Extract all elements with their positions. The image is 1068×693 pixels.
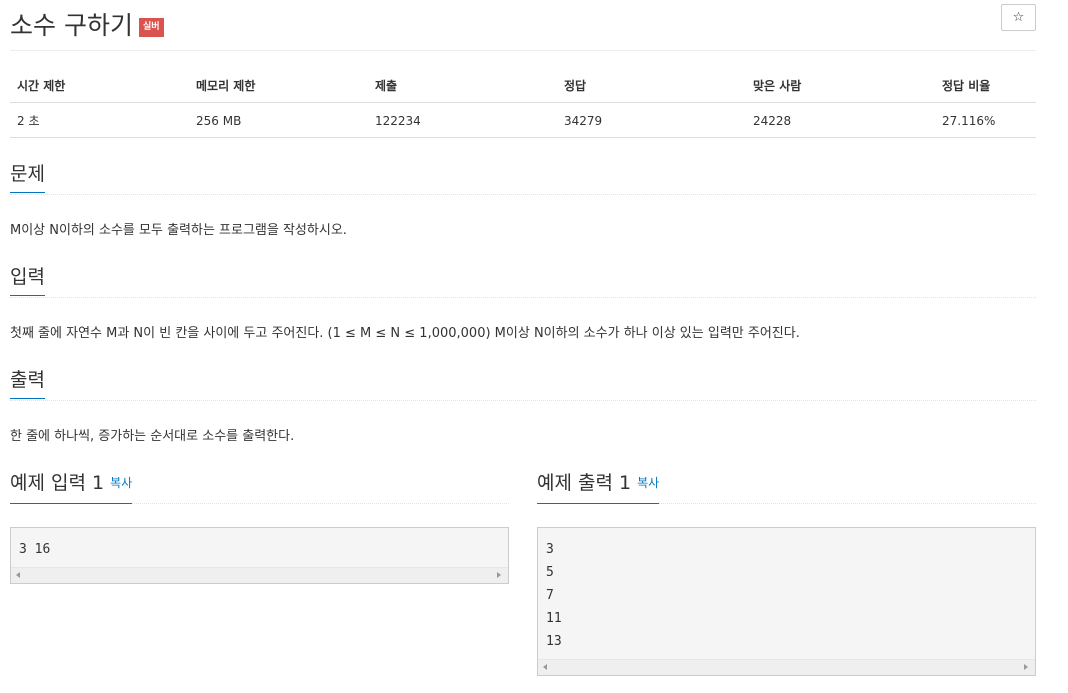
header-solvers: 맞은 사람: [746, 68, 935, 103]
sample-output-line: 3: [546, 542, 554, 557]
output-section-header: 출력: [10, 368, 1036, 401]
info-value-row: 2 초 256 MB 122234 34279 24228 27.116%: [10, 102, 1036, 138]
sample-output-scrollbar[interactable]: [538, 659, 1035, 675]
star-button[interactable]: ☆: [1001, 4, 1036, 31]
value-memory-limit: 256 MB: [189, 102, 368, 138]
header-submissions: 제출: [368, 68, 557, 103]
sample-output-line: 11: [546, 611, 562, 626]
copy-sample-input-link[interactable]: 복사: [110, 476, 132, 490]
output-description: 한 줄에 하나씩, 증가하는 순서대로 소수를 출력한다.: [10, 429, 295, 444]
title-divider: [10, 50, 1036, 51]
output-section-title: 출력: [10, 368, 45, 399]
sample-input-content: 3 16: [11, 528, 508, 561]
value-submissions[interactable]: 122234: [368, 102, 557, 138]
problem-title: 소수 구하기: [10, 11, 133, 40]
problem-section: 문제 M이상 N이하의 소수를 모두 출력하는 프로그램을 작성하시오.: [10, 162, 1036, 238]
scroll-right-icon[interactable]: [497, 572, 501, 578]
value-accepted[interactable]: 34279: [557, 102, 746, 138]
sample-input-line: 3 16: [19, 542, 51, 557]
scroll-right-icon[interactable]: [1024, 664, 1028, 670]
problem-description: M이상 N이하의 소수를 모두 출력하는 프로그램을 작성하시오.: [10, 223, 347, 238]
problem-info-table: 시간 제한 메모리 제한 제출 정답 맞은 사람 정답 비율 2 초 256 M…: [10, 68, 1036, 138]
sample-output-header: 예제 출력 1 복사: [537, 471, 1036, 504]
sample-output-title: 예제 출력 1 복사: [537, 471, 660, 504]
sample-output-line: 13: [546, 634, 562, 649]
problem-section-title: 문제: [10, 162, 45, 193]
value-solvers[interactable]: 24228: [746, 102, 935, 138]
sample-input-title-text: 예제 입력 1: [10, 472, 105, 494]
sample-output-title-text: 예제 출력 1: [537, 472, 632, 494]
sample-input-scrollbar[interactable]: [11, 567, 508, 583]
info-header-row: 시간 제한 메모리 제한 제출 정답 맞은 사람 정답 비율: [10, 68, 1036, 103]
header-accept-ratio: 정답 비율: [935, 68, 1036, 103]
header-accepted: 정답: [557, 68, 746, 103]
sample-input-section: 예제 입력 1 복사: [10, 471, 509, 504]
sample-output-section: 예제 출력 1 복사: [537, 471, 1036, 504]
sample-output-box[interactable]: 3 5 7 11 13: [537, 527, 1036, 676]
value-time-limit: 2 초: [10, 102, 189, 138]
sample-input-header: 예제 입력 1 복사: [10, 471, 509, 504]
header-memory-limit: 메모리 제한: [189, 68, 368, 103]
input-section-header: 입력: [10, 265, 1036, 298]
tier-badge: 실버: [139, 18, 164, 37]
sample-output-line: 5: [546, 565, 554, 580]
copy-sample-output-link[interactable]: 복사: [637, 476, 659, 490]
scroll-left-icon[interactable]: [543, 664, 547, 670]
output-section: 출력 한 줄에 하나씩, 증가하는 순서대로 소수를 출력한다.: [10, 368, 1036, 444]
scroll-left-icon[interactable]: [16, 572, 20, 578]
value-accept-ratio: 27.116%: [935, 102, 1036, 138]
input-description: 첫째 줄에 자연수 M과 N이 빈 칸을 사이에 두고 주어진다. (1 ≤ M…: [10, 326, 800, 341]
input-section: 입력 첫째 줄에 자연수 M과 N이 빈 칸을 사이에 두고 주어진다. (1 …: [10, 265, 1036, 341]
title-row: 소수 구하기 실버 ☆: [10, 4, 1036, 50]
sample-input-box[interactable]: 3 16: [10, 527, 509, 584]
sample-output-line: 7: [546, 588, 554, 603]
header-time-limit: 시간 제한: [10, 68, 189, 103]
input-section-title: 입력: [10, 265, 45, 296]
problem-section-header: 문제: [10, 162, 1036, 195]
sample-output-content: 3 5 7 11 13: [538, 528, 1035, 653]
star-icon: ☆: [1012, 10, 1025, 25]
sample-input-title: 예제 입력 1 복사: [10, 471, 133, 504]
